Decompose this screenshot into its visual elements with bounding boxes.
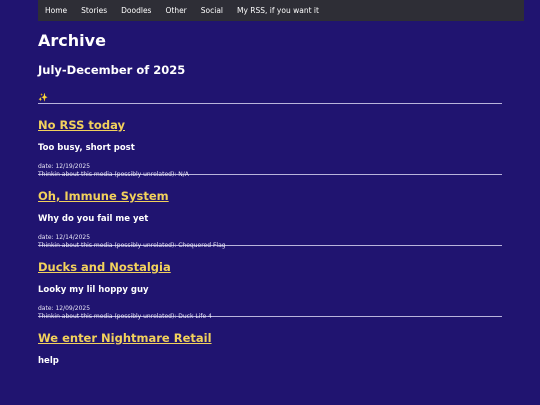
nav-rss[interactable]: My RSS, if you want it <box>237 6 319 15</box>
nav-home[interactable]: Home <box>45 6 67 15</box>
post-item: We enter Nightmare Retail help <box>38 317 502 388</box>
page-subtitle: July-December of 2025 <box>38 63 186 77</box>
post-title-link[interactable]: Oh, Immune System <box>38 189 169 203</box>
post-title-link[interactable]: No RSS today <box>38 118 125 132</box>
post-subtitle: Too busy, short post <box>38 143 135 153</box>
post-date: date: 12/19/2025 <box>38 163 91 170</box>
page-title: Archive <box>38 31 106 50</box>
nav-stories[interactable]: Stories <box>81 6 107 15</box>
post-subtitle: Looky my lil hoppy guy <box>38 285 149 295</box>
main-content: Archive July-December of 2025 ✨ No RSS t… <box>38 30 502 388</box>
top-navigation: Home Stories Doodles Other Social My RSS… <box>38 0 524 21</box>
nav-doodles[interactable]: Doodles <box>121 6 151 15</box>
nav-social[interactable]: Social <box>201 6 223 15</box>
post-item: Oh, Immune System Why do you fail me yet… <box>38 175 502 249</box>
post-date: date: 12/09/2025 <box>38 305 91 312</box>
post-subtitle: Why do you fail me yet <box>38 214 149 224</box>
post-date: date: 12/14/2025 <box>38 234 91 241</box>
post-item: Ducks and Nostalgia Looky my lil hoppy g… <box>38 246 502 320</box>
nav-other[interactable]: Other <box>165 6 186 15</box>
post-title-link[interactable]: We enter Nightmare Retail <box>38 331 212 345</box>
post-item: No RSS today Too busy, short post date: … <box>38 104 502 178</box>
post-subtitle: help <box>38 356 59 366</box>
post-title-link[interactable]: Ducks and Nostalgia <box>38 260 171 274</box>
sparkle-icon: ✨ <box>38 93 48 102</box>
